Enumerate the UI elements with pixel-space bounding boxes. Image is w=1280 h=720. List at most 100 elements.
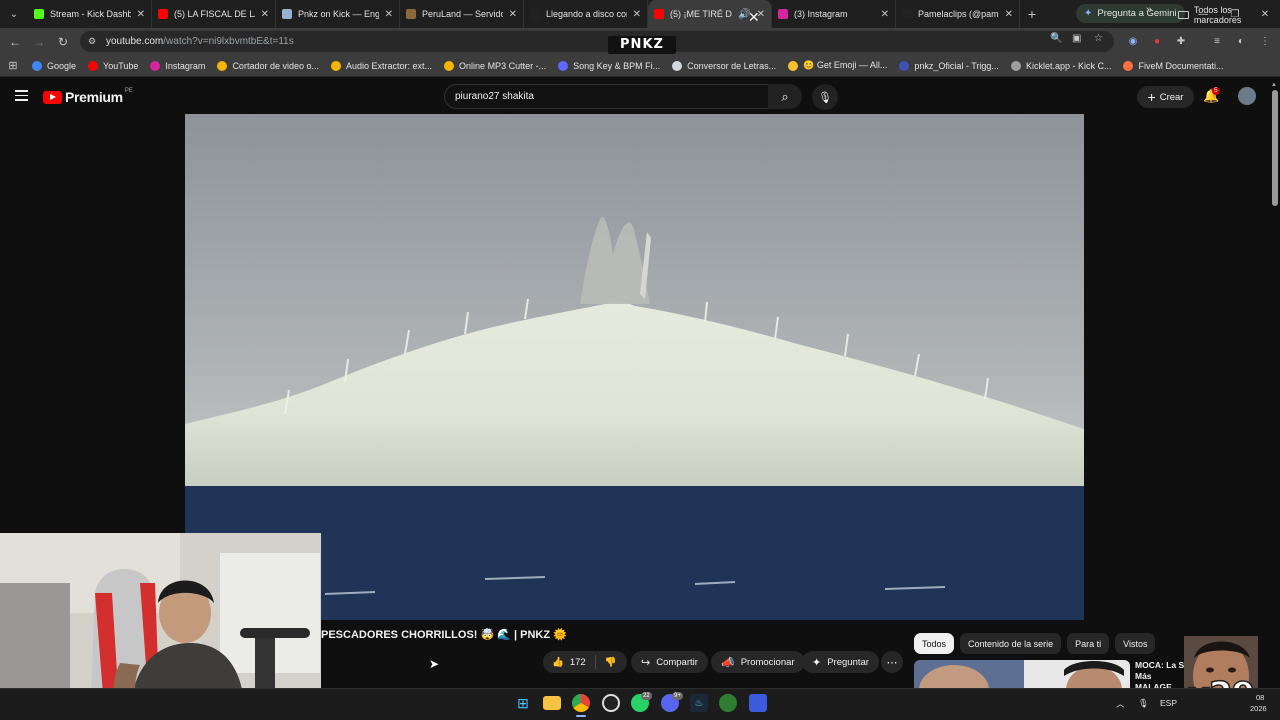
tray-chevron-icon[interactable]: ︿ xyxy=(1116,698,1125,710)
reload-icon[interactable]: ↻ xyxy=(54,33,72,51)
zoom-icon[interactable]: 🔍 xyxy=(1050,33,1062,44)
site-info-icon[interactable]: ⚙ xyxy=(88,36,102,47)
bookmark-favicon-icon xyxy=(32,60,42,71)
chrome-menu-icon[interactable]: ⋮ xyxy=(1258,34,1272,48)
youtube-premium-logo[interactable]: Premium PE xyxy=(43,88,133,105)
tab-title: Pamelaclips (@pamel xyxy=(918,9,999,19)
bookmark-label: Instagram xyxy=(165,60,206,71)
bookmarks-bar: ⊞ Google YouTube Instagram Cortador de vide… xyxy=(0,55,1280,77)
close-tab-icon[interactable]: ✕ xyxy=(509,9,517,20)
plus-icon: + xyxy=(1147,89,1156,105)
back-arrow-icon[interactable]: ← xyxy=(6,33,24,51)
bookmark-item[interactable]: FiveM Documentati... xyxy=(1117,60,1229,71)
filter-chip[interactable]: Para ti xyxy=(1067,633,1110,654)
thumbnail-image xyxy=(914,660,1130,690)
browser-tab[interactable]: (3) Instagram ✕ xyxy=(772,0,896,28)
recommendation-filter-chips: Todos Contenido de la serie Para ti Vistos xyxy=(914,633,1156,654)
bookmark-item[interactable]: Instagram xyxy=(144,60,211,71)
create-button[interactable]: + Crear xyxy=(1137,86,1194,108)
bookmark-item[interactable]: Audio Extractor: ext... xyxy=(325,60,438,71)
dislike-button[interactable]: 👎 xyxy=(596,651,626,673)
language-indicator[interactable]: ESP xyxy=(1160,698,1177,708)
obs-icon[interactable] xyxy=(602,694,620,712)
filter-chip[interactable]: Contenido de la serie xyxy=(960,633,1062,654)
filter-chip[interactable]: Vistos xyxy=(1115,633,1156,654)
account-avatar[interactable] xyxy=(1238,87,1256,105)
close-tab-icon[interactable]: ✕ xyxy=(385,9,393,20)
notifications-count-badge: 5 xyxy=(1212,87,1220,95)
page-scrollbar-thumb[interactable] xyxy=(1272,90,1278,206)
steam-icon[interactable]: ♨ xyxy=(690,694,708,712)
close-tab-icon[interactable]: ✕ xyxy=(261,9,269,20)
filter-chip[interactable]: Todos xyxy=(914,633,955,654)
tab-list-icon[interactable]: ≡ xyxy=(1210,34,1224,48)
active-app-indicator xyxy=(576,715,586,717)
like-count: 172 xyxy=(569,656,586,668)
tab-title: Llegando a disco con xyxy=(546,9,627,19)
bookmarks-overflow-button[interactable]: » xyxy=(1146,4,1152,16)
browser-tab[interactable]: PeruLand — Servidor ✕ xyxy=(400,0,524,28)
profile-avatar-icon[interactable]: ◐ xyxy=(1234,34,1248,48)
clock-time[interactable]: 08 xyxy=(1256,693,1264,702)
bookmark-item[interactable]: 😊 Get Emoji — All... xyxy=(782,60,893,71)
app-blue-icon[interactable] xyxy=(749,694,767,712)
ask-gemini-button[interactable]: ✦ Pregunta a Gemini xyxy=(1076,4,1185,23)
bookmark-star-icon[interactable]: ☆ xyxy=(1094,33,1103,44)
bookmark-item[interactable]: Kicklet.app - Kick C... xyxy=(1005,60,1118,71)
search-input[interactable]: piurano27 shakita xyxy=(444,84,774,109)
recommended-video-title[interactable]: MOCA: La ST Más MALAGE INTERNET xyxy=(1135,660,1190,690)
close-tab-icon[interactable]: ✕ xyxy=(1005,9,1013,20)
apps-grid-icon[interactable]: ⊞ xyxy=(0,59,26,72)
gemini-spark-icon: ✦ xyxy=(1084,8,1093,19)
file-explorer-icon[interactable] xyxy=(543,696,561,710)
share-button[interactable]: ↪ Compartir xyxy=(631,651,708,673)
browser-tab[interactable]: Stream - Kick Dashbo ✕ xyxy=(28,0,152,28)
bookmark-item[interactable]: YouTube xyxy=(82,60,144,71)
thumbs-down-icon: 👎 xyxy=(604,656,617,668)
close-tab-icon[interactable]: ✕ xyxy=(881,9,889,20)
menu-hamburger-icon[interactable] xyxy=(15,90,28,104)
bookmark-item[interactable]: Cortador de video o... xyxy=(211,60,325,71)
forward-arrow-icon[interactable]: → xyxy=(30,33,48,51)
bookmark-favicon-icon xyxy=(788,60,799,71)
browser-tab[interactable]: Llegando a disco con ✕ xyxy=(524,0,648,28)
whatsapp-badge: 22 xyxy=(641,692,652,700)
pnkz-overlay-logo: PNKZ xyxy=(608,36,676,54)
extension-audio-icon[interactable]: ◉ xyxy=(1126,34,1140,48)
browser-tab[interactable]: (5) LA FISCAL DE LA M ✕ xyxy=(152,0,276,28)
bookmark-item[interactable]: Song Key & BPM Fi... xyxy=(552,60,666,71)
new-tab-button[interactable]: + xyxy=(1020,6,1044,22)
bookmark-label: Online MP3 Cutter -... xyxy=(459,60,547,71)
game-launcher-icon[interactable] xyxy=(719,694,737,712)
bookmark-item[interactable]: Online MP3 Cutter -... xyxy=(438,60,552,71)
ask-button[interactable]: ✦ Preguntar xyxy=(802,651,879,673)
promote-button[interactable]: 📣 Promocionar xyxy=(711,651,805,673)
more-actions-icon[interactable]: ⋯ xyxy=(881,651,903,673)
bookmark-item[interactable]: Google xyxy=(26,60,82,71)
address-bar[interactable]: ⚙ youtube.com/watch?v=ni9lxbvmtbE&t=11s xyxy=(80,31,1114,52)
windows-start-icon[interactable]: ⊞ xyxy=(514,694,532,712)
clock-date-year[interactable]: 2026 xyxy=(1250,704,1267,713)
extensions-puzzle-icon[interactable]: ✚ xyxy=(1174,34,1188,48)
tab-title: (5) LA FISCAL DE LA M xyxy=(174,9,255,19)
search-button[interactable]: ⌕ xyxy=(768,84,802,109)
sparkle-icon: ✦ xyxy=(812,656,822,669)
bookmark-item[interactable]: pnkz_Oficial - Trigg... xyxy=(893,60,1005,71)
cast-icon[interactable]: ▣ xyxy=(1072,33,1081,44)
bookmark-item[interactable]: Conversor de Letras... xyxy=(666,60,782,71)
scroll-up-arrow-icon[interactable]: ▲ xyxy=(1271,82,1277,88)
extension-red-icon[interactable]: ● xyxy=(1150,34,1164,48)
browser-tab[interactable]: Pnkz on Kick — Enga ✕ xyxy=(276,0,400,28)
microphone-tray-icon[interactable]: 🎙 xyxy=(1138,698,1149,709)
all-bookmarks-button[interactable]: Todos los marcadores xyxy=(1178,5,1280,25)
chrome-taskbar-icon[interactable] xyxy=(572,694,590,712)
tiktok-icon xyxy=(902,9,912,19)
browser-tab[interactable]: Pamelaclips (@pamel ✕ xyxy=(896,0,1020,28)
close-tab-icon[interactable]: ✕ xyxy=(137,9,145,20)
voice-search-mic-icon[interactable]: 🎙 xyxy=(812,84,838,110)
like-button[interactable]: 👍 172 xyxy=(543,651,595,673)
clear-search-icon[interactable]: ✕ xyxy=(748,9,760,25)
tab-search-chevron-icon[interactable]: ⌄ xyxy=(0,0,28,28)
recommended-video-thumbnail[interactable] xyxy=(914,660,1130,690)
close-tab-icon[interactable]: ✕ xyxy=(633,9,641,20)
